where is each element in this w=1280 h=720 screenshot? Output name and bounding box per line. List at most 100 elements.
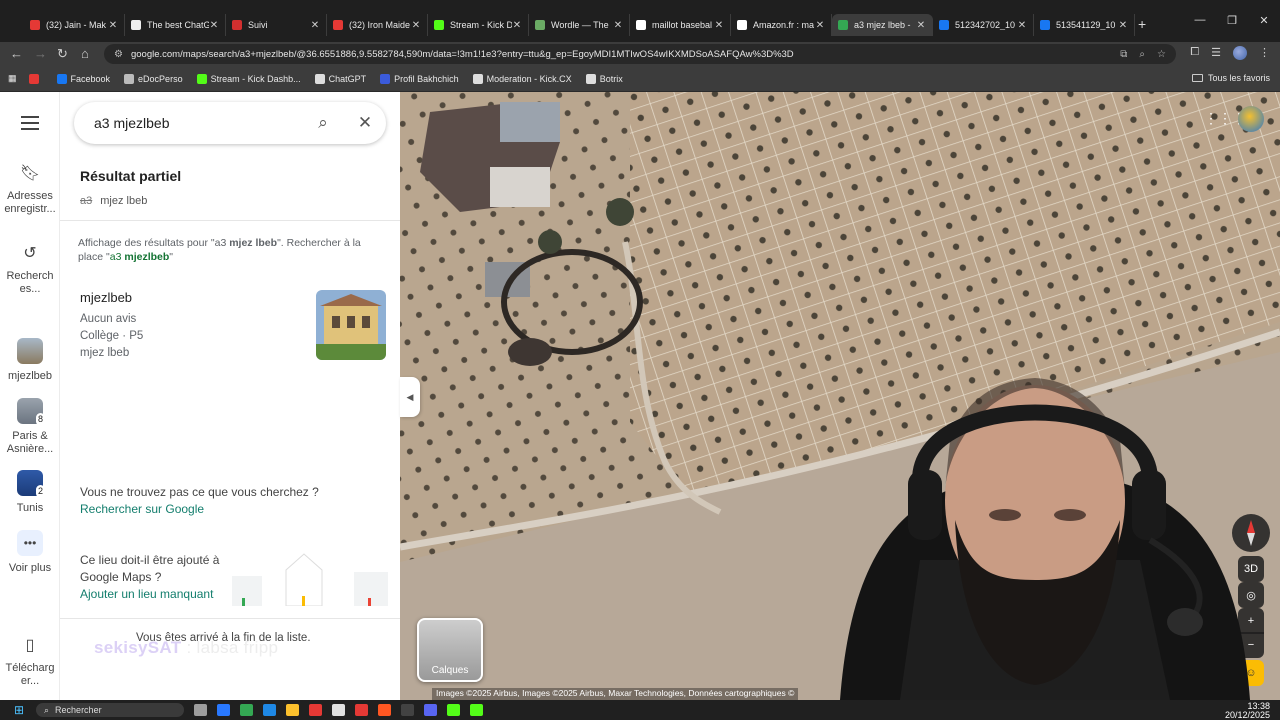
place-thumbnail: 2 bbox=[17, 470, 45, 498]
rail-more[interactable]: ••• Voir plus bbox=[0, 530, 60, 575]
apps-grid-icon[interactable]: ▦ bbox=[8, 73, 17, 84]
taskbar-app-icon[interactable] bbox=[286, 704, 299, 716]
taskbar-app-icon[interactable] bbox=[332, 704, 345, 716]
collapse-panel-button[interactable]: ◀ bbox=[400, 377, 420, 417]
maximize-icon[interactable]: ❐ bbox=[1216, 14, 1248, 27]
tab-favicon-icon bbox=[131, 20, 141, 30]
rail-download[interactable]: ▯ Télécharg er... bbox=[0, 634, 60, 688]
browser-tab[interactable]: Suivi ✕ bbox=[226, 14, 327, 36]
tab-close-icon[interactable]: ✕ bbox=[1118, 20, 1128, 31]
bookmark-label: Botrix bbox=[599, 73, 623, 84]
browser-tab[interactable]: (32) Iron Maide ✕ bbox=[327, 14, 428, 36]
search-instead-link[interactable]: a3 mjezlbeb bbox=[110, 251, 170, 263]
tab-close-icon[interactable]: ✕ bbox=[916, 20, 926, 31]
phone-icon: ▯ bbox=[25, 636, 35, 654]
layers-button[interactable]: Calques bbox=[417, 618, 483, 682]
tab-close-icon[interactable]: ✕ bbox=[1017, 20, 1027, 31]
profile-avatar-icon[interactable] bbox=[1233, 46, 1247, 60]
browser-tab[interactable]: (32) Jain - Mak ✕ bbox=[24, 14, 125, 36]
minimize-icon[interactable]: — bbox=[1184, 14, 1216, 27]
clear-search-icon[interactable]: ✕ bbox=[344, 113, 386, 133]
taskbar-clock[interactable]: 13:38 20/12/2025 bbox=[1225, 702, 1270, 720]
add-missing-place-link[interactable]: Ajouter un lieu manquant bbox=[80, 586, 230, 603]
tab-close-icon[interactable]: ✕ bbox=[310, 20, 320, 31]
tab-close-icon[interactable]: ✕ bbox=[209, 20, 219, 31]
rail-recent-mjezlbeb[interactable]: mjezlbeb bbox=[0, 338, 60, 383]
menu-hamburger-icon[interactable] bbox=[21, 116, 39, 134]
tab-close-icon[interactable]: ✕ bbox=[613, 20, 623, 31]
search-icon[interactable]: ⌕ bbox=[302, 113, 344, 133]
rail-recents[interactable]: ↺ Recherch es... bbox=[0, 242, 60, 296]
tab-close-icon[interactable]: ✕ bbox=[411, 20, 421, 31]
browser-tab[interactable]: maillot basebal ✕ bbox=[630, 14, 731, 36]
address-bar[interactable]: ⚙ google.com/maps/search/a3+mjezlbeb/@36… bbox=[104, 44, 1176, 64]
tab-close-icon[interactable]: ✕ bbox=[815, 20, 825, 31]
bookmark-list: Facebook eDocPerso Stream - Kick Dashb... C… bbox=[28, 73, 637, 84]
place-count-badge: 8 bbox=[35, 413, 45, 426]
zoom-icon[interactable]: ⌕ bbox=[1139, 49, 1145, 60]
bookmark-star-icon[interactable]: ☆ bbox=[1157, 49, 1166, 60]
close-window-icon[interactable]: ✕ bbox=[1248, 14, 1280, 27]
taskbar-app-icon[interactable] bbox=[447, 704, 460, 716]
taskbar-app-icon[interactable] bbox=[217, 704, 230, 716]
bookmark-item[interactable]: Botrix bbox=[585, 73, 623, 84]
taskbar-app-icon[interactable] bbox=[378, 704, 391, 716]
forward-icon[interactable]: → bbox=[34, 46, 47, 61]
open-in-app-icon[interactable]: ⧉ bbox=[1120, 49, 1127, 60]
rail-saved[interactable]: 🔖︎ Adresses enregistr... bbox=[0, 162, 60, 216]
browser-tab[interactable]: Stream - Kick D ✕ bbox=[428, 14, 529, 36]
result-card[interactable]: mjezlbeb Aucun avis Collège · P5 mjez lb… bbox=[80, 290, 386, 370]
tab-title: Amazon.fr : ma bbox=[753, 20, 815, 30]
bookmark-item[interactable] bbox=[28, 73, 43, 84]
taskbar-app-icon[interactable] bbox=[194, 704, 207, 716]
bookmark-item[interactable]: ChatGPT bbox=[314, 73, 366, 84]
tab-close-icon[interactable]: ✕ bbox=[108, 20, 118, 31]
history-icon: ↺ bbox=[23, 244, 37, 262]
tab-close-icon[interactable]: ✕ bbox=[512, 20, 522, 31]
streamer-figure bbox=[840, 378, 1250, 700]
tab-close-icon[interactable]: ✕ bbox=[714, 20, 724, 31]
taskbar-app-icon[interactable] bbox=[263, 704, 276, 716]
back-icon[interactable]: ← bbox=[10, 46, 23, 61]
browser-tab[interactable]: Wordle — The ✕ bbox=[529, 14, 630, 36]
windows-start-icon[interactable]: ⊞ bbox=[14, 703, 24, 717]
rail-recent-tunis[interactable]: 2 Tunis bbox=[0, 470, 60, 515]
taskbar-app-icon[interactable] bbox=[309, 704, 322, 716]
site-info-icon[interactable]: ⚙ bbox=[114, 49, 123, 60]
rail-recent-paris[interactable]: 8 Paris & Asnière... bbox=[0, 398, 60, 456]
browser-tab[interactable]: 512342702_10 ✕ bbox=[933, 14, 1034, 36]
bookmark-item[interactable]: Stream - Kick Dashb... bbox=[196, 73, 301, 84]
section-title: Résultat partiel bbox=[80, 168, 182, 184]
result-photo[interactable] bbox=[316, 290, 386, 360]
all-bookmarks[interactable]: Tous les favoris bbox=[1191, 73, 1270, 83]
taskbar-app-icon[interactable] bbox=[401, 704, 414, 716]
reload-icon[interactable]: ↻ bbox=[57, 46, 68, 62]
taskbar-app-icon[interactable] bbox=[355, 704, 368, 716]
taskbar-app-icon[interactable] bbox=[470, 704, 483, 716]
bookmark-item[interactable]: Moderation - Kick.CX bbox=[472, 73, 572, 84]
new-tab-button[interactable]: + bbox=[1138, 16, 1146, 32]
browser-tab[interactable]: a3 mjez lbeb - ✕ bbox=[832, 14, 933, 36]
taskbar-app-icon[interactable] bbox=[424, 704, 437, 716]
tab-title: maillot basebal bbox=[652, 20, 713, 30]
extensions-icon[interactable]: ⧠ bbox=[1190, 46, 1199, 60]
taskbar-app-icon[interactable] bbox=[240, 704, 253, 716]
media-icon[interactable]: ☰ bbox=[1211, 46, 1221, 60]
search-google-link[interactable]: Rechercher sur Google bbox=[80, 501, 319, 518]
account-avatar[interactable] bbox=[1238, 106, 1264, 132]
browser-toolbar: ← → ↻ ⌂ ⚙ google.com/maps/search/a3+mjez… bbox=[0, 42, 1280, 66]
browser-tab[interactable]: Amazon.fr : ma ✕ bbox=[731, 14, 832, 36]
tab-favicon-icon bbox=[434, 20, 444, 30]
home-icon[interactable]: ⌂ bbox=[81, 46, 89, 61]
taskbar-search[interactable]: ⌕ Rechercher bbox=[36, 703, 184, 717]
stream-overlay-username: sekisySAT : labsa fripp bbox=[94, 638, 278, 658]
search-input[interactable]: a3 mjezlbeb bbox=[94, 115, 302, 131]
browser-tab[interactable]: 513541129_10 ✕ bbox=[1034, 14, 1135, 36]
bookmark-item[interactable]: Profil Bakhchich bbox=[380, 73, 459, 84]
search-box[interactable]: a3 mjezlbeb ⌕ ✕ bbox=[74, 102, 386, 144]
browser-tab[interactable]: The best ChatG ✕ bbox=[125, 14, 226, 36]
bookmark-item[interactable]: eDocPerso bbox=[124, 73, 183, 84]
bookmark-item[interactable]: Facebook bbox=[56, 73, 110, 84]
menu-dots-icon[interactable]: ⋮ bbox=[1259, 46, 1270, 60]
bookmark-label: Stream - Kick Dashb... bbox=[210, 73, 301, 84]
